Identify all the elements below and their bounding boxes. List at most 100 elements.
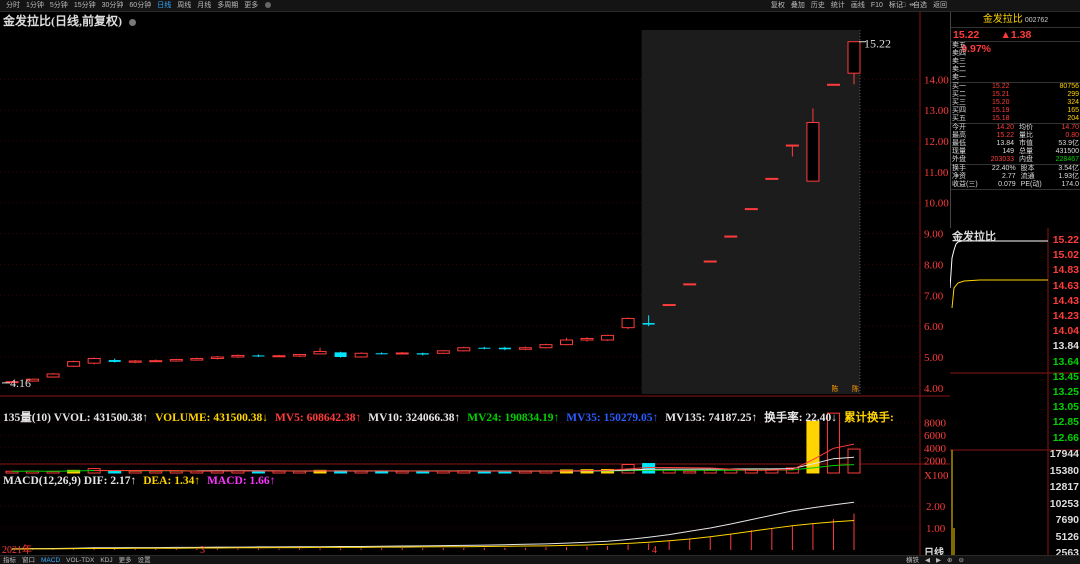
- tool-1[interactable]: 叠加: [788, 0, 808, 12]
- stat-row: 外盘 203033 内盘 228467: [951, 156, 1080, 165]
- period-toolbar: 分时 1分钟 5分钟 15分钟 30分钟 60分钟 日线 周线 月线 多周期 更多 复权 叠加 历史 统计…: [0, 0, 1080, 12]
- dif-line: [11, 501, 855, 550]
- book-volume: 299: [1067, 91, 1079, 98]
- indicator-tab-6[interactable]: 设置: [135, 557, 154, 564]
- tool-2[interactable]: 历史: [808, 0, 828, 12]
- tool-3[interactable]: 统计: [828, 0, 848, 12]
- bottom-control-4[interactable]: ⊖: [955, 557, 966, 564]
- period-tab-10[interactable]: 更多: [241, 0, 261, 12]
- tool-0[interactable]: 复权: [768, 0, 788, 12]
- book-price: [991, 66, 1033, 74]
- main-chart-area[interactable]: 14.00 13.00 12.00 11.00 10.00 9.00 8.00 7.00 6.0…: [0, 12, 950, 555]
- stock-code: 002762: [1024, 17, 1049, 24]
- price-tick-label: 6.00: [924, 321, 944, 333]
- indicator-tab-1[interactable]: 窗口: [19, 557, 38, 564]
- period-tab-0[interactable]: 分时: [3, 0, 23, 12]
- event-marker: 陈: [831, 384, 838, 393]
- book-volume: [1033, 66, 1080, 74]
- period-tab-3[interactable]: 15分钟: [71, 0, 99, 12]
- stat-value: 22.40%: [991, 165, 1016, 172]
- book-volume: [1033, 58, 1080, 66]
- stat-value: 228467: [1055, 156, 1079, 163]
- close-icon[interactable]: ×: [908, 0, 918, 12]
- stat-value: 3.54亿: [1058, 165, 1079, 172]
- candle: [334, 351, 347, 358]
- date-label: 3: [200, 545, 205, 555]
- bottom-control-0[interactable]: 横铁: [903, 557, 922, 564]
- stat-row: 最低 13.84 市值 53.9亿: [951, 140, 1080, 148]
- period-tab-6[interactable]: 日线: [154, 0, 174, 12]
- buy-row: 买二 15.21 299: [951, 91, 1080, 99]
- stat-key: PE(动): [1020, 181, 1042, 188]
- dropdown-icon[interactable]: [265, 2, 272, 9]
- bottom-control-1[interactable]: ◀: [922, 557, 933, 564]
- stock-terminal: { "topbar": { "periods": ["分时","1分钟","5分…: [0, 0, 1080, 564]
- tool-8[interactable]: 返回: [930, 0, 950, 12]
- volume-legend-item-2: MV5: 608642.38↑: [274, 412, 362, 424]
- buy-row: 买三 15.20 324: [951, 99, 1080, 107]
- tool-5[interactable]: F10: [868, 0, 886, 12]
- stat-value: 13.84: [996, 140, 1014, 147]
- price-change: ▲1.38: [1000, 29, 1032, 41]
- candle: [210, 356, 224, 360]
- price-tick-label: 13.00: [924, 105, 949, 117]
- mini-volume-label: 5126: [1055, 530, 1079, 543]
- buy-row: 买一 15.22 80756: [951, 83, 1080, 91]
- book-price: 15.22: [992, 83, 1010, 90]
- volume-legend-item-3: MV10: 324066.38↑: [368, 412, 461, 424]
- period-tab-1[interactable]: 1分钟: [23, 0, 47, 12]
- stat-key: 均价: [1019, 124, 1033, 131]
- mini-volume-label: 15380: [1049, 464, 1079, 477]
- mini-intraday-chart[interactable]: 金发拉比 15.22 15.02 14.83 14.63 14.43 14.23 14.04…: [924, 228, 1080, 559]
- mini-price-label: 14.04: [1052, 325, 1079, 338]
- indicator-tab-0[interactable]: 指标: [0, 557, 19, 564]
- period-tab-5[interactable]: 60分钟: [126, 0, 154, 12]
- book-volume: 324: [1067, 99, 1079, 106]
- stat-key: 流通: [1020, 173, 1035, 180]
- indicator-tab-2[interactable]: MACD: [38, 557, 63, 564]
- maximize-icon[interactable]: □: [898, 0, 908, 12]
- indicator-tab-3[interactable]: VOL-TDX: [63, 557, 97, 564]
- book-price: 15.21: [992, 91, 1010, 98]
- candle: [601, 334, 615, 341]
- indicator-toolbar: 指标 窗口 MACD VOL-TDX KDJ 更多 设置 横铁 ◀ ▶ ⊕ ⊖: [0, 555, 1080, 564]
- book-price: [991, 74, 1033, 83]
- book-price: [991, 42, 1033, 50]
- period-tab-7[interactable]: 周线: [174, 0, 194, 12]
- stat-key: 今开: [952, 124, 966, 131]
- buy-row: 买四 15.19 165: [951, 107, 1080, 115]
- volume-bar: [128, 470, 142, 474]
- stat-value: 149: [1002, 148, 1014, 155]
- tool-4[interactable]: 画线: [848, 0, 868, 12]
- bottom-control-3[interactable]: ⊕: [944, 557, 955, 564]
- minimize-icon[interactable]: −: [888, 0, 898, 12]
- price-tick-label: 8.00: [924, 259, 944, 271]
- candle: [580, 337, 594, 342]
- candle: [272, 354, 286, 358]
- stat-value: 15.22: [996, 132, 1014, 139]
- period-tab-2[interactable]: 5分钟: [47, 0, 71, 12]
- settings-dot-icon[interactable]: [129, 18, 136, 26]
- stat-row: 最高 15.22 量比 0.80: [951, 132, 1080, 140]
- indicator-tab-4[interactable]: KDJ: [97, 557, 115, 564]
- candle: [313, 347, 327, 355]
- bottom-control-2[interactable]: ▶: [933, 557, 944, 564]
- period-tab-8[interactable]: 月线: [194, 0, 214, 12]
- stat-key: 最低: [952, 140, 966, 147]
- indicator-tab-5[interactable]: 更多: [116, 557, 135, 564]
- period-tab-9[interactable]: 多周期: [214, 0, 241, 12]
- stat-key: 内盘: [1019, 156, 1033, 163]
- candle-body: [806, 122, 820, 182]
- candle: [149, 359, 163, 363]
- chart-tools: 复权 叠加 历史 统计 画线 F10 标记 +自选 返回: [768, 0, 950, 12]
- candle-body: [478, 347, 491, 349]
- candle: [128, 360, 142, 364]
- period-tab-4[interactable]: 30分钟: [99, 0, 127, 12]
- candle: [478, 346, 491, 350]
- candle-body: [765, 177, 779, 180]
- volume-legend-item-8: 累计换手:: [844, 412, 894, 424]
- candle-body: [231, 354, 245, 358]
- macd-legend-item-0: MACD(12,26,9) DIF: 2.17↑: [3, 475, 137, 487]
- stat-key: 总量: [1019, 148, 1033, 155]
- book-label: 卖三: [952, 58, 966, 65]
